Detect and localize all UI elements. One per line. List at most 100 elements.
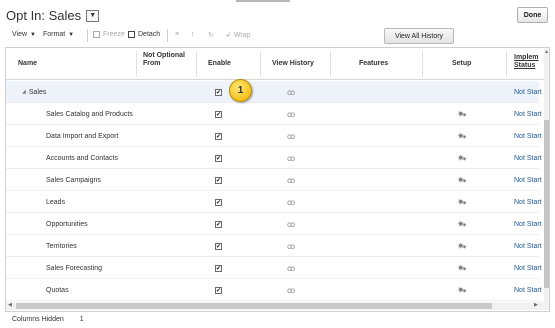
column-header-not-optional-from[interactable]: Not Optional From	[143, 52, 193, 68]
format-menu-label: Format	[43, 31, 66, 38]
wrap-icon: ↲	[225, 32, 231, 39]
gear-icon[interactable]: ✷ ✷	[457, 263, 467, 274]
detach-icon	[128, 31, 135, 38]
freeze-button[interactable]: Freeze	[93, 31, 125, 38]
glasses-icon[interactable]: ꝏ	[287, 242, 295, 251]
gear-icon[interactable]: ✷ ✷	[457, 153, 467, 164]
column-divider[interactable]	[196, 51, 197, 77]
table-row[interactable]: Sales Campaigns ✔ ꝏ ✷ ✷ Not Start	[6, 169, 542, 191]
row-name-cell: ◢ Sales	[22, 81, 46, 103]
gear-icon[interactable]: ✷ ✷	[457, 219, 467, 230]
implementation-status-link[interactable]: Not Start	[514, 243, 542, 250]
glasses-icon[interactable]: ꝏ	[287, 132, 295, 141]
gear-icon[interactable]: ✷ ✷	[457, 109, 467, 120]
refresh-button[interactable]: ↻	[208, 31, 214, 39]
row-name-cell: Sales Catalog and Products	[46, 103, 133, 125]
gear-icon[interactable]: ✷ ✷	[457, 197, 467, 208]
glasses-icon[interactable]: ꝏ	[287, 154, 295, 163]
glasses-icon[interactable]: ꝏ	[287, 198, 295, 207]
gear-icon[interactable]: ✷ ✷	[457, 131, 467, 142]
glasses-icon[interactable]: ꝏ	[287, 110, 295, 119]
implementation-status-link[interactable]: Not Start	[514, 177, 542, 184]
row-name: Sales	[28, 88, 47, 96]
enable-checkbox[interactable]: ✔	[215, 264, 222, 272]
column-header-implementation-status[interactable]: Implem Status	[514, 54, 544, 70]
column-divider[interactable]	[136, 51, 137, 77]
scroll-up-arrow-icon[interactable]: ▲	[544, 49, 549, 55]
gear-icon[interactable]: ✷ ✷	[457, 285, 467, 296]
done-button[interactable]: Done	[517, 7, 548, 23]
horizontal-scroll-thumb[interactable]	[16, 303, 492, 309]
table-row[interactable]: Leads ✔ ꝏ ✷ ✷ Not Start	[6, 191, 542, 213]
table-row[interactable]: Opportunities ✔ ꝏ ✷ ✷ Not Start	[6, 213, 542, 235]
horizontal-scrollbar[interactable]: ◀ ▶	[6, 302, 549, 310]
vertical-scrollbar[interactable]: ▲	[544, 48, 549, 302]
view-menu[interactable]: View ▼	[12, 31, 36, 38]
implementation-status-link[interactable]: Not Start	[514, 155, 542, 162]
freeze-icon	[93, 31, 100, 38]
enable-checkbox[interactable]: ✔	[215, 242, 222, 250]
enable-checkbox[interactable]: ✔	[215, 88, 222, 96]
glasses-icon[interactable]: ꝏ	[287, 176, 295, 185]
move-down-button[interactable]: ↕	[191, 31, 195, 38]
enable-checkbox[interactable]: ✔	[215, 220, 222, 228]
implementation-status-link[interactable]: Not Start	[514, 265, 542, 272]
row-name: Opportunities	[46, 220, 88, 228]
title-dropdown-button[interactable]: ▼	[86, 9, 100, 22]
table-row[interactable]: Territories ✔ ꝏ ✷ ✷ Not Start	[6, 235, 542, 257]
table-row[interactable]: Sales Catalog and Products ✔ ꝏ ✷ ✷ Not Start	[6, 103, 542, 125]
column-divider[interactable]	[422, 51, 423, 77]
table-row[interactable]: Sales Forecasting ✔ ꝏ ✷ ✷ Not Start	[6, 257, 542, 279]
enable-checkbox[interactable]: ✔	[215, 132, 222, 140]
column-header-setup[interactable]: Setup	[452, 60, 471, 68]
table-row[interactable]: Accounts and Contacts ✔ ꝏ ✷ ✷ Not Start	[6, 147, 542, 169]
glasses-icon[interactable]: ꝏ	[287, 88, 295, 97]
scroll-right-arrow-icon[interactable]: ▶	[534, 302, 538, 308]
implementation-status-link[interactable]: Not Start	[514, 221, 542, 228]
triangle-down-icon[interactable]: ◢	[22, 89, 26, 95]
enable-checkbox[interactable]: ✔	[215, 110, 222, 118]
implementation-status-link[interactable]: Not Start	[514, 111, 542, 118]
enable-checkbox[interactable]: ✔	[215, 198, 222, 206]
chevron-down-icon: ▼	[68, 31, 75, 38]
enable-checkbox[interactable]: ✔	[215, 154, 222, 162]
gear-icon[interactable]: ✷ ✷	[457, 175, 467, 186]
row-name: Sales Catalog and Products	[46, 110, 133, 118]
drag-handle[interactable]	[236, 0, 290, 2]
implementation-status-link[interactable]: Not Start	[514, 287, 542, 294]
glasses-icon[interactable]: ꝏ	[287, 264, 295, 273]
row-name-cell: Opportunities	[46, 213, 88, 235]
row-name-cell: Quotas	[46, 279, 69, 301]
align-icon: ≡	[175, 31, 180, 38]
move-up-button[interactable]: ≡	[175, 31, 179, 38]
column-header-name[interactable]: Name	[18, 60, 37, 68]
implementation-status-link[interactable]: Not Start	[514, 199, 542, 206]
freeze-label: Freeze	[103, 31, 125, 38]
glasses-icon[interactable]: ꝏ	[287, 220, 295, 229]
column-header-features[interactable]: Features	[359, 60, 388, 68]
enable-checkbox[interactable]: ✔	[215, 176, 222, 184]
wrap-button[interactable]: ↲ Wrap	[225, 31, 251, 40]
enable-checkbox[interactable]: ✔	[215, 286, 222, 294]
table-row[interactable]: Data Import and Export ✔ ꝏ ✷ ✷ Not Start	[6, 125, 542, 147]
detach-button[interactable]: Detach	[128, 31, 160, 38]
scroll-left-arrow-icon[interactable]: ◀	[8, 302, 12, 308]
glasses-icon[interactable]: ꝏ	[287, 286, 295, 295]
row-name: Sales Campaigns	[46, 176, 101, 184]
vertical-scroll-thumb[interactable]	[544, 120, 549, 288]
table-row[interactable]: ◢ Sales ✔ ꝏ Not Start	[6, 81, 542, 103]
format-menu[interactable]: Format ▼	[43, 31, 74, 38]
row-name: Leads	[46, 198, 66, 206]
table-row[interactable]: Quotas ✔ ꝏ ✷ ✷ Not Start	[6, 279, 542, 301]
column-header-enable[interactable]: Enable	[208, 60, 231, 68]
column-divider[interactable]	[260, 51, 261, 77]
column-divider[interactable]	[506, 51, 507, 77]
column-header-view-history[interactable]: View History	[272, 60, 314, 68]
view-all-history-button[interactable]: View All History	[384, 28, 454, 44]
implementation-status-link[interactable]: Not Start	[514, 133, 542, 140]
step-callout-badge: 1	[229, 79, 252, 102]
gear-icon[interactable]: ✷ ✷	[457, 241, 467, 252]
wrap-label: Wrap	[233, 31, 251, 39]
implementation-status-link[interactable]: Not Start	[514, 89, 542, 96]
column-divider[interactable]	[330, 51, 331, 77]
